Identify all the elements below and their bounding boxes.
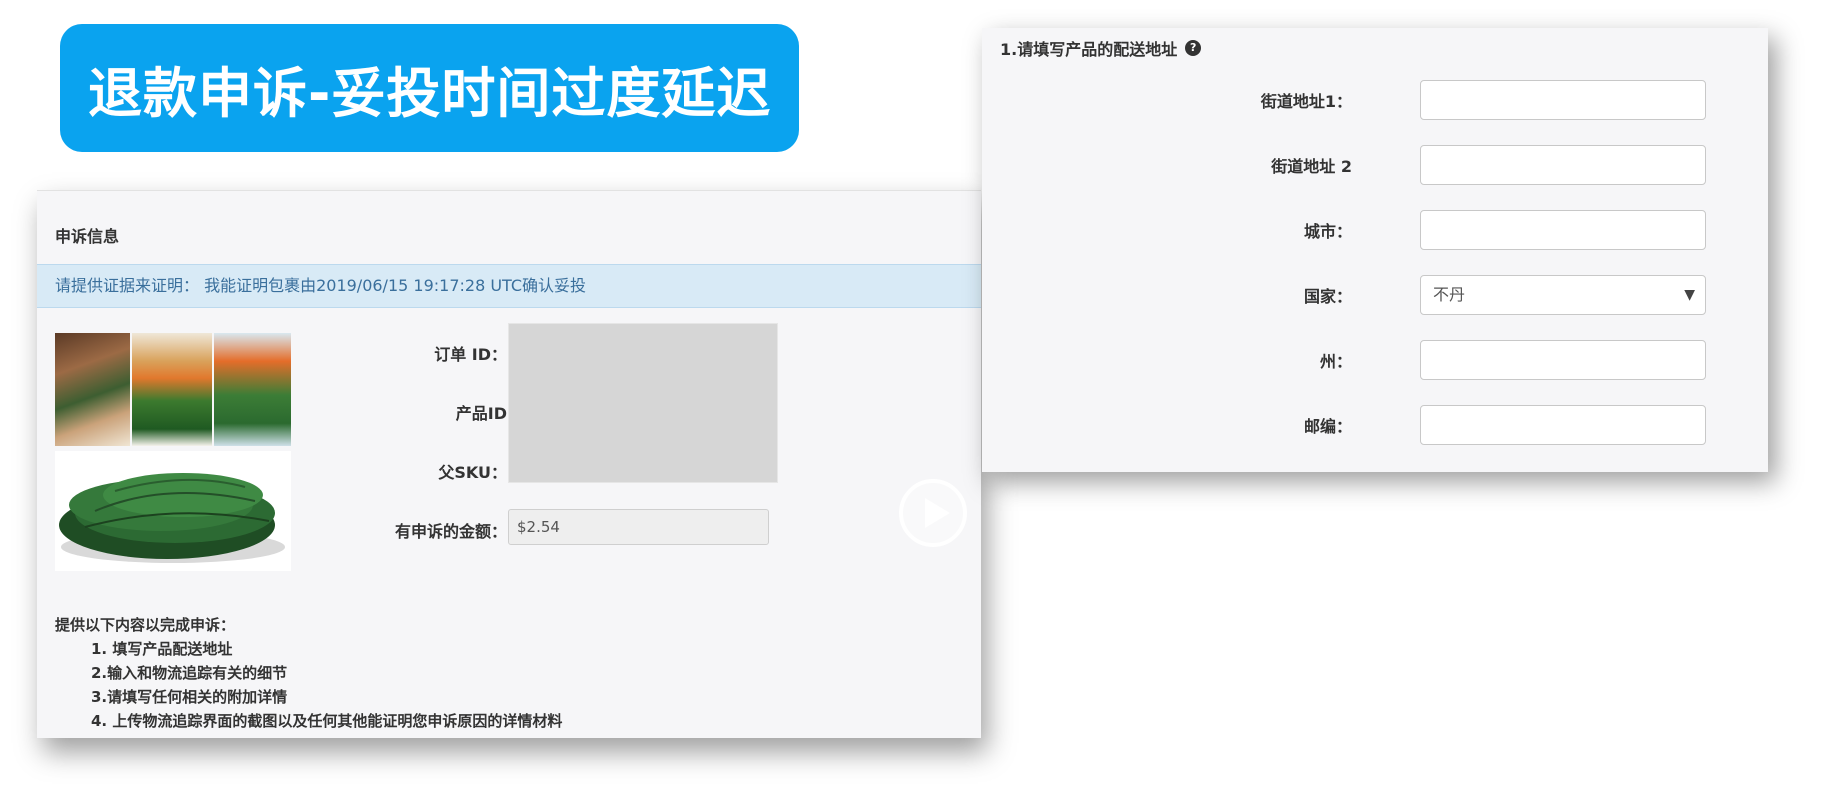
parent-sku-label: 父SKU： [438,463,507,482]
country-select[interactable]: 不丹 ▼ [1420,275,1706,315]
product-image [55,333,291,571]
appeal-info-panel: 申诉信息 请提供证据来证明： 我能证明包裹由2019/06/15 19:17:2… [37,190,981,738]
city-input[interactable] [1420,210,1706,250]
instruction-item: 2.输入和物流追踪有关的细节 [91,664,288,682]
order-id-label: 订单 ID： [434,345,507,364]
shipping-title-text: 1.请填写产品的配送地址 [1000,40,1178,59]
instruction-item: 4. 上传物流追踪界面的截图以及任何其他能证明您申诉原因的详情材料 [91,712,563,730]
instructions-heading: 提供以下内容以完成申诉： [55,616,236,634]
street-address-1-label: 街道地址1： [1260,92,1352,111]
product-photo-table [55,333,130,446]
zip-label: 邮编： [1303,417,1352,436]
section-title: 申诉信息 [55,227,120,246]
shipping-title: 1.请填写产品的配送地址 ? [1000,36,1202,60]
amount-label: 有申诉的金额： [394,522,507,541]
play-icon[interactable] [898,478,968,548]
evidence-info-bar: 请提供证据来证明： 我能证明包裹由2019/06/15 19:17:28 UTC… [37,264,981,308]
banner-title: 退款申诉-妥投时间过度延迟 [88,61,772,125]
instruction-item: 1. 填写产品配送地址 [91,640,233,658]
product-photo-leaves [55,451,291,571]
redacted-fields [508,323,778,483]
street-address-2-label: 街道地址 2 [1271,157,1352,176]
zip-input[interactable] [1420,405,1706,445]
help-icon[interactable]: ? [1185,40,1202,56]
product-photo-arrangement [214,333,291,446]
street-address-2-input[interactable] [1420,145,1706,185]
country-label: 国家： [1303,287,1352,306]
instructions: 提供以下内容以完成申诉： 1. 填写产品配送地址 2.输入和物流追踪有关的细节 … [55,613,562,733]
street-address-1-input[interactable] [1420,80,1706,120]
instruction-item: 3.请填写任何相关的附加详情 [91,688,288,706]
state-label: 州： [1319,352,1352,371]
country-select-value: 不丹 [1433,285,1466,304]
state-input[interactable] [1420,340,1706,380]
title-banner: 退款申诉-妥投时间过度延迟 [60,24,799,152]
amount-field: $2.54 [508,509,769,545]
chevron-down-icon: ▼ [1684,287,1695,303]
product-photo-centerpiece [132,333,212,446]
city-label: 城市： [1303,222,1352,241]
product-id-label: 产品ID [455,404,507,423]
shipping-address-panel: 1.请填写产品的配送地址 ? 街道地址1： 街道地址 2 城市： 国家： 不丹 … [982,28,1768,472]
